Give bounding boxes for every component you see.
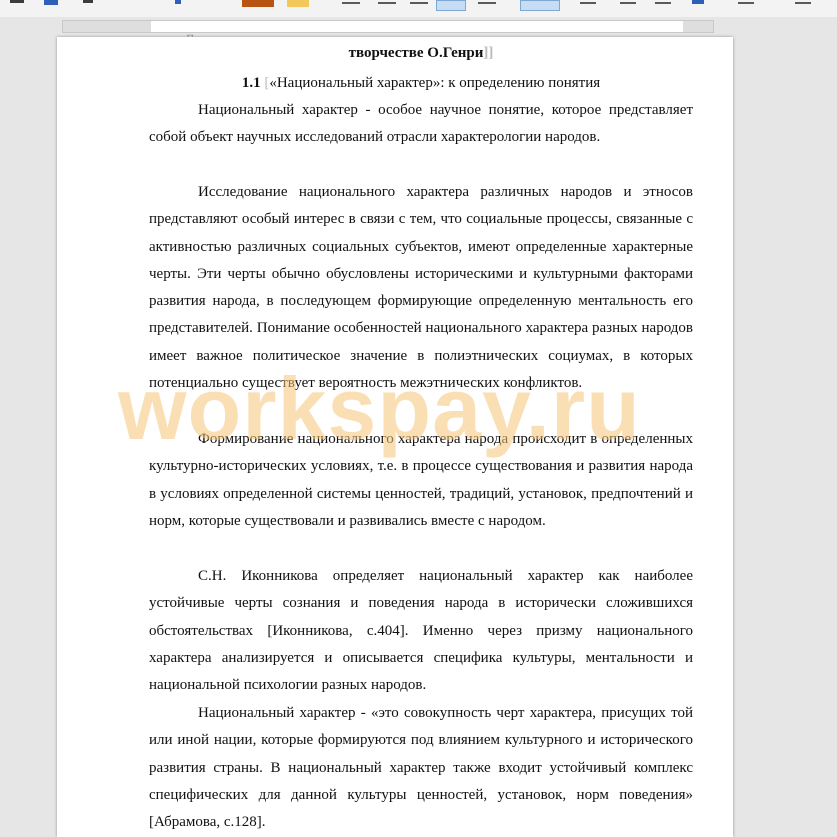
paragraph-5: Национальный характер - «это совокупност… [149, 700, 693, 836]
outdent-icon[interactable] [655, 2, 671, 4]
list-icon[interactable] [580, 2, 596, 4]
sort-icon[interactable] [795, 2, 811, 4]
line-spacing-icon[interactable] [83, 0, 93, 3]
align-left-icon[interactable] [342, 2, 360, 4]
right-margin-area [683, 21, 713, 32]
paragraph-4: С.Н. Иконникова определяет национальный … [149, 563, 693, 699]
font-size-icon[interactable] [175, 0, 181, 4]
paragraph-direction-icon[interactable] [692, 0, 704, 4]
left-margin-area [63, 21, 151, 32]
highlight-color-swatch[interactable] [287, 0, 309, 7]
paragraph-text: Исследование национального характера раз… [149, 184, 693, 392]
highlight-icon[interactable] [44, 0, 58, 5]
indent-icon[interactable] [620, 2, 636, 4]
paragraph-text: Национальный характер - особое научное п… [149, 102, 693, 146]
section-title: «Национальный характер»: к определению п… [269, 75, 601, 91]
formatting-toolbar [0, 0, 837, 18]
align-right-icon[interactable] [410, 2, 428, 4]
paragraph-3: Формирование национального характера нар… [149, 426, 693, 535]
more-options-icon[interactable] [738, 2, 754, 4]
chapter-title-tail: творчестве О.Генри]] [149, 43, 693, 63]
align-justify-button[interactable] [436, 0, 466, 11]
paragraph-1: Национальный характер - особое научное п… [149, 97, 693, 152]
paragraph-2: Исследование национального характера раз… [149, 179, 693, 397]
align-center-icon[interactable] [378, 2, 396, 4]
document-page[interactable]: творчестве О.Генри]] 1.1 [«Национальный … [57, 37, 733, 837]
paragraph-mark-icon: ]] [483, 45, 494, 61]
paragraph-text: Формирование национального характера нар… [149, 431, 693, 529]
horizontal-ruler[interactable]: ▽ △ △ 21123456789101112131415 [0, 17, 837, 54]
paragraph-text: С.Н. Иконникова определяет национальный … [149, 568, 693, 694]
line-spacing-button-icon[interactable] [478, 2, 496, 4]
section-heading: 1.1 [«Национальный характер»: к определе… [149, 73, 693, 93]
paragraph-text: Национальный характер - «это совокупност… [149, 705, 693, 831]
chapter-title-text: творчестве О.Генри [348, 45, 484, 61]
text-color-swatch[interactable] [242, 0, 274, 7]
ruler-strip[interactable] [62, 20, 714, 33]
font-color-icon[interactable] [10, 0, 24, 3]
numbering-button[interactable] [520, 0, 560, 11]
section-number: 1.1 [241, 75, 261, 91]
